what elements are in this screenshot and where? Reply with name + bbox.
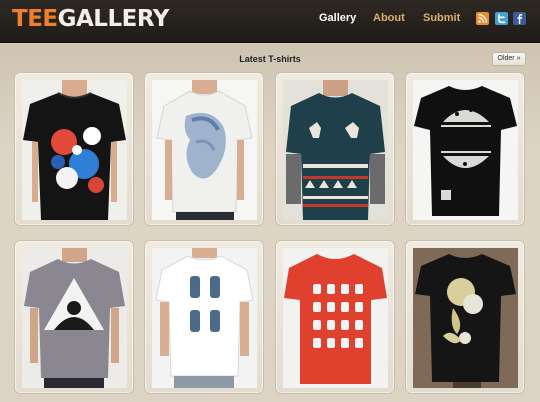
tshirt-white-face-print-image[interactable] [152, 80, 257, 220]
section-title: Latest T-shirts [239, 54, 301, 64]
tshirt-white-hands-print-image[interactable] [152, 248, 257, 388]
tshirt-black-sphere-split-image[interactable] [413, 80, 518, 220]
tshirt-card[interactable] [14, 240, 134, 394]
twitter-icon[interactable] [495, 12, 508, 25]
tshirt-card[interactable] [275, 72, 395, 226]
tshirt-black-abstract-figure-image[interactable] [413, 248, 518, 388]
logo-gallery-text: GALLERY [57, 6, 170, 32]
nav-gallery-link[interactable]: Gallery [319, 12, 356, 24]
tshirt-card[interactable] [144, 240, 264, 394]
tshirt-black-doodle-image[interactable] [22, 80, 127, 220]
nav-about-link[interactable]: About [373, 12, 405, 24]
logo-tee-text: TEE [12, 6, 58, 32]
tshirt-grey-triangle-figure-image[interactable] [22, 248, 127, 388]
facebook-icon[interactable] [513, 12, 526, 25]
top-bar: TEEGALLERY Gallery About Submit [0, 0, 540, 43]
tshirt-card[interactable] [144, 72, 264, 226]
tshirt-card[interactable] [275, 240, 395, 394]
tshirt-card[interactable] [14, 72, 134, 226]
rss-icon[interactable] [476, 12, 489, 25]
tshirt-red-robot-pattern-image[interactable] [283, 248, 388, 388]
nav-submit-link[interactable]: Submit [423, 12, 460, 24]
tshirt-card[interactable] [405, 240, 525, 394]
older-button[interactable]: Older » [492, 52, 526, 66]
tshirt-card[interactable] [405, 72, 525, 226]
tshirt-teal-reindeer-sweater-image[interactable] [283, 80, 388, 220]
site-logo[interactable]: TEEGALLERY [12, 6, 169, 32]
